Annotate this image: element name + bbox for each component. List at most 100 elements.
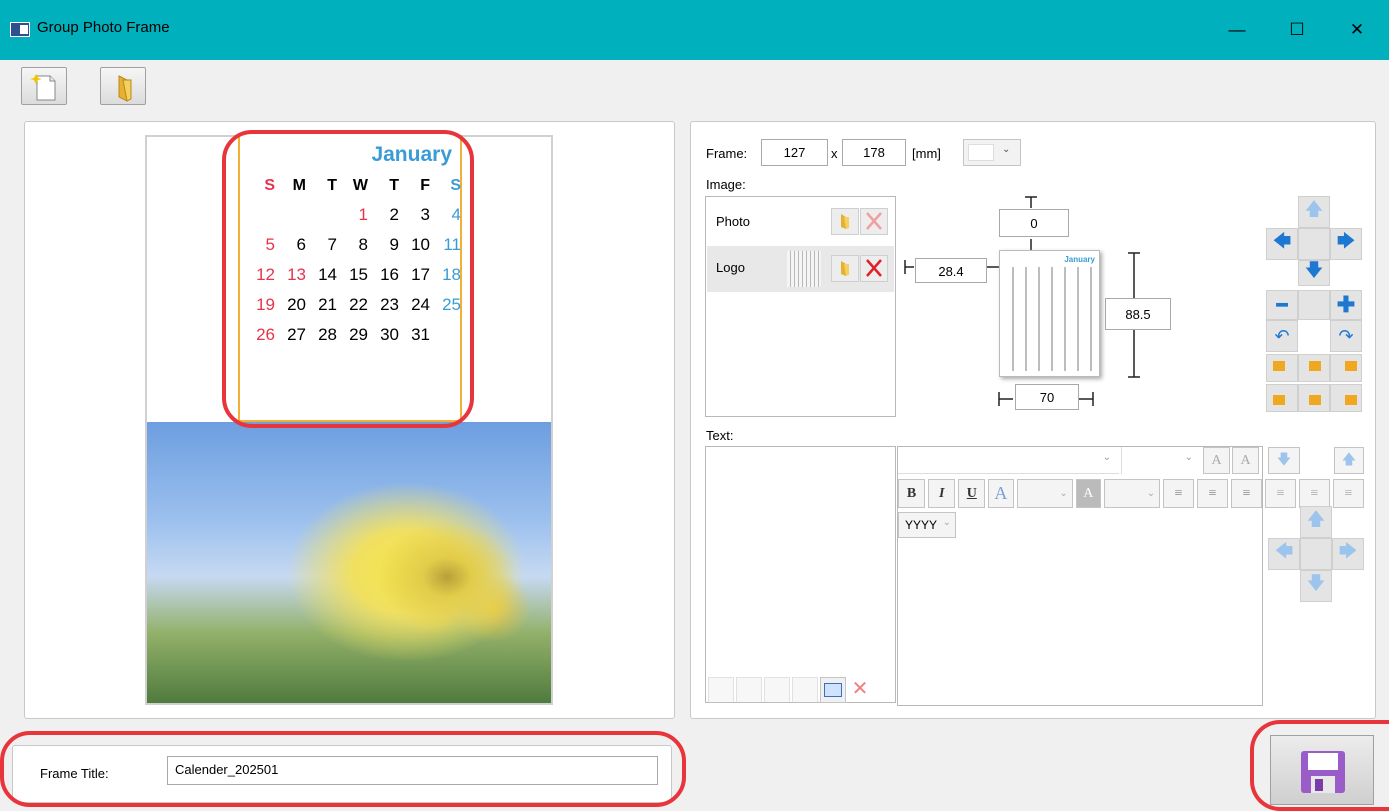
align-top-center-icon xyxy=(1309,361,1321,371)
highlight-calendar xyxy=(222,130,474,428)
close-button[interactable]: ✕ xyxy=(1334,12,1380,48)
frame-label: Frame: xyxy=(706,146,748,161)
folder-icon xyxy=(118,75,132,102)
bring-front-button[interactable] xyxy=(708,677,734,703)
align-bottom-right-button[interactable] xyxy=(1330,384,1362,412)
arrow-right-icon: 🡆 xyxy=(1338,541,1358,561)
chevron-down-icon: ⌄ xyxy=(942,517,951,528)
rotate-right-icon: ↷ xyxy=(1338,325,1354,346)
new-frame-button[interactable] xyxy=(21,67,67,105)
rotate-left-icon: ↶ xyxy=(1274,325,1290,346)
bring-forward-button[interactable] xyxy=(736,677,762,703)
arrow-left-icon: 🡄 xyxy=(1274,541,1294,561)
image-width-input[interactable]: 70 xyxy=(1015,384,1079,410)
enlarge-button[interactable]: ✚ xyxy=(1330,290,1362,320)
valign-bottom-button[interactable]: ≡ xyxy=(1332,479,1364,508)
arrow-up-icon: 🡅 xyxy=(1341,452,1357,468)
font-grow-icon: A xyxy=(1211,452,1222,468)
text-left-button[interactable]: 🡄 xyxy=(1268,538,1300,570)
plus-icon: ✚ xyxy=(1336,292,1356,317)
center-cell xyxy=(1298,228,1330,260)
date-format-dropdown[interactable]: YYYY ⌄ xyxy=(898,512,956,538)
align-center-button[interactable]: ≡ xyxy=(1197,479,1229,508)
delete-text-button[interactable]: ✕ xyxy=(848,677,872,701)
maximize-button[interactable]: ☐ xyxy=(1274,12,1320,48)
underline-button[interactable]: U xyxy=(958,479,986,508)
align-bottom-center-button[interactable] xyxy=(1298,384,1330,412)
italic-button[interactable]: I xyxy=(928,479,956,508)
image-label: Image: xyxy=(706,177,746,192)
text-up-button[interactable]: 🡅 xyxy=(1300,506,1332,538)
highlight-color-icon[interactable]: A xyxy=(1075,479,1101,508)
font-color-dropdown[interactable]: ⌄ xyxy=(1016,479,1073,508)
text-down-button[interactable]: 🡇 xyxy=(1300,570,1332,602)
text-format-toolbar: B I U A ⌄ A ⌄ ≡ ≡ ≡ ≡ ≡ ≡ xyxy=(898,479,1364,509)
text-right-button[interactable]: 🡆 xyxy=(1332,538,1364,570)
frame-x-label: x xyxy=(831,146,838,161)
highlight-save xyxy=(1250,720,1389,811)
open-folder-button[interactable] xyxy=(100,67,146,105)
text-center-cell xyxy=(1300,538,1332,570)
text-move-up-button[interactable]: 🡅 xyxy=(1334,447,1364,474)
move-right-button[interactable]: 🡆 xyxy=(1330,228,1362,260)
shrink-button[interactable]: ━ xyxy=(1266,290,1298,320)
font-family-dropdown[interactable]: ⌄ xyxy=(898,447,1119,474)
image-height-input[interactable]: 88.5 xyxy=(1105,298,1171,330)
sunflower-photo[interactable] xyxy=(147,422,551,703)
valign-top-button[interactable]: ≡ xyxy=(1265,479,1297,508)
thumbnail-days xyxy=(1004,267,1096,371)
align-top-left-button[interactable] xyxy=(1266,354,1298,382)
delete-icon xyxy=(866,212,882,230)
align-top-center-button[interactable] xyxy=(1298,354,1330,382)
image-item-logo[interactable]: Logo xyxy=(707,246,894,292)
arrow-left-icon: 🡄 xyxy=(1272,231,1292,251)
add-text-button[interactable] xyxy=(820,677,846,703)
offset-top-input[interactable]: 0 xyxy=(999,209,1069,237)
photo-browse-button[interactable] xyxy=(831,208,859,235)
valign-middle-button[interactable]: ≡ xyxy=(1299,479,1330,508)
text-move-down-button[interactable]: 🡇 xyxy=(1268,447,1300,474)
frame-unit-label: [mm] xyxy=(912,146,941,161)
title-bar xyxy=(0,0,1389,60)
move-left-button[interactable]: 🡄 xyxy=(1266,228,1298,260)
image-item-label: Logo xyxy=(716,260,745,275)
rotate-right-button[interactable]: ↷ xyxy=(1330,320,1362,352)
arrow-down-icon: 🡇 xyxy=(1306,573,1326,593)
arrow-up-icon: 🡅 xyxy=(1304,199,1324,219)
offset-left-input[interactable]: 28.4 xyxy=(915,258,987,283)
text-label: Text: xyxy=(706,428,734,443)
align-right-button[interactable]: ≡ xyxy=(1231,479,1263,508)
align-left-button[interactable]: ≡ xyxy=(1163,479,1195,508)
center-cell-2 xyxy=(1298,290,1330,320)
logo-delete-button[interactable] xyxy=(860,255,888,282)
font-shrink-icon: A xyxy=(1240,452,1251,468)
photo-delete-button[interactable] xyxy=(860,208,888,235)
frame-color-dropdown[interactable]: ⌄ xyxy=(963,139,1021,166)
send-back-button[interactable] xyxy=(792,677,818,703)
align-bottom-left-button[interactable] xyxy=(1266,384,1298,412)
image-item-photo[interactable]: Photo xyxy=(707,201,894,245)
move-up-button[interactable]: 🡅 xyxy=(1298,196,1330,228)
frame-width-input[interactable]: 127 xyxy=(761,139,828,166)
highlight-frame-title xyxy=(0,731,686,807)
minimize-button[interactable]: — xyxy=(1214,12,1260,48)
date-format-value: YYYY xyxy=(905,518,938,532)
move-down-button[interactable]: 🡇 xyxy=(1298,260,1330,286)
frame-height-input[interactable]: 178 xyxy=(842,139,906,166)
layout-thumbnail[interactable]: January xyxy=(999,250,1100,377)
font-shrink-button[interactable]: A xyxy=(1232,447,1259,474)
arrow-down-icon: 🡇 xyxy=(1276,452,1292,468)
font-size-dropdown[interactable]: ⌄ xyxy=(1121,447,1201,474)
logo-browse-button[interactable] xyxy=(831,255,859,282)
chevron-down-icon: ⌄ xyxy=(1002,144,1011,155)
align-top-right-button[interactable] xyxy=(1330,354,1362,382)
bold-button[interactable]: B xyxy=(898,479,926,508)
font-color-icon[interactable]: A xyxy=(988,479,1014,508)
highlight-color-dropdown[interactable]: ⌄ xyxy=(1103,479,1161,508)
font-grow-button[interactable]: A xyxy=(1203,447,1230,474)
image-item-label: Photo xyxy=(716,214,750,229)
text-position-controls: 🡅 🡄 🡆 🡇 xyxy=(1268,506,1364,602)
rotate-left-button[interactable]: ↶ xyxy=(1266,320,1298,352)
send-backward-button[interactable] xyxy=(764,677,790,703)
minus-icon: ━ xyxy=(1276,294,1288,315)
